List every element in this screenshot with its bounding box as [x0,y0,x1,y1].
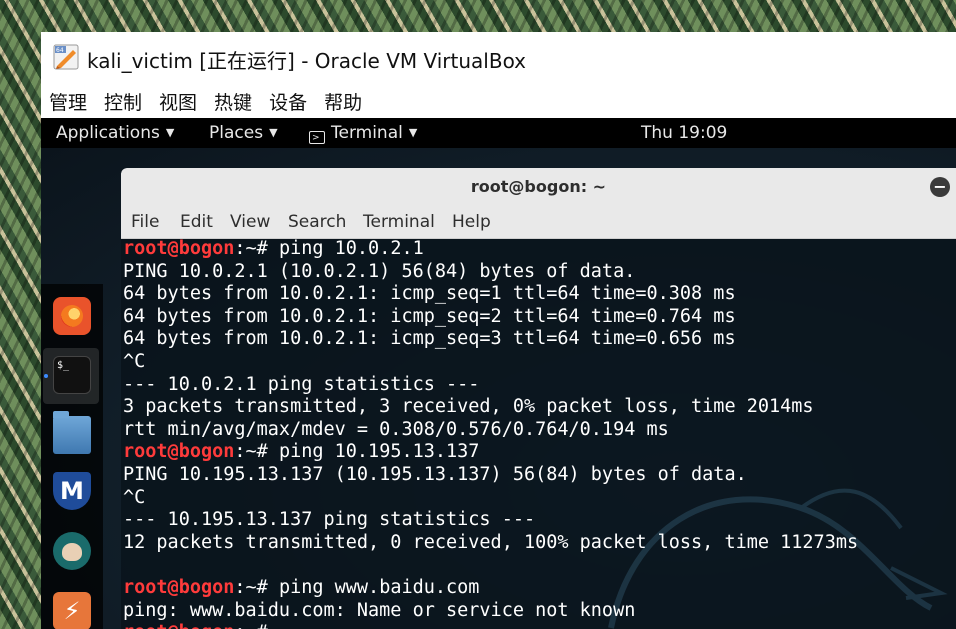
minimize-icon[interactable]: − [930,177,950,197]
terminal-icon: $_ [53,356,91,394]
terminal-output-line: ping: www.baidu.com: Name or service not… [123,599,636,621]
places-menu[interactable]: Places ▼ [209,123,278,143]
menu-help[interactable]: 帮助 [324,86,362,117]
terminal-menu-file[interactable]: File [131,212,159,232]
chevron-down-icon: ▼ [408,126,418,139]
command-text: ping 10.0.2.1 [267,238,424,259]
applications-label: Applications [56,123,160,143]
prompt-user: root@bogon [123,441,235,463]
chevron-down-icon: ▼ [165,126,175,139]
burp-icon[interactable]: ⚡ [53,592,91,629]
terminal-output-line: ^C [123,486,146,508]
svg-text:64: 64 [56,47,64,54]
clock[interactable]: Thu 19:09 [641,123,727,143]
command-text: ping 10.195.13.137 [267,441,480,463]
terminal-output-line: 64 bytes from 10.0.2.1: icmp_seq=1 ttl=6… [123,283,736,305]
terminal-command-line: root@bogon:~# [123,622,956,629]
terminal-output-line: ^C [123,350,146,372]
virtualbox-menubar: 管理 控制 视图 热键 设备 帮助 [41,84,956,118]
virtualbox-window: 64 kali_victim [正在运行] - Oracle VM Virtua… [41,32,956,629]
prompt-user: root@bogon [123,576,235,598]
terminal-output-line: PING 10.0.2.1 (10.0.2.1) 56(84) bytes of… [123,260,636,282]
terminal-icon: > [309,131,325,144]
terminal-menu-terminal[interactable]: Terminal [363,212,435,232]
applications-menu[interactable]: Applications ▼ [56,123,174,143]
terminal-menu-view[interactable]: View [230,212,270,232]
window-title: kali_victim [正在运行] - Oracle VM VirtualBo… [87,49,527,73]
files-icon[interactable] [53,411,91,454]
menu-manage[interactable]: 管理 [49,86,87,117]
firefox-icon[interactable] [53,297,91,335]
terminal-menu-edit[interactable]: Edit [180,212,213,232]
terminal-menu-search[interactable]: Search [288,212,346,232]
gnome-top-bar: Applications ▼ Places ▼ > Terminal ▼ Thu 19:… [41,118,956,148]
terminal-command-line: root@bogon:~# ping 10.0.2.1 [123,238,956,261]
virtualbox-app-icon: 64 [53,44,79,70]
menu-control[interactable]: 控制 [104,86,142,117]
terminal-output[interactable]: root@bogon:~# ping 10.0.2.1 PING 10.0.2.1… [121,238,956,629]
chevron-down-icon: ▼ [269,126,278,139]
metasploit-icon[interactable]: M [53,472,91,510]
terminal-output-line: --- 10.195.13.137 ping statistics --- [123,509,536,531]
prompt-path: :~# [234,441,268,463]
dock-terminal-active[interactable]: $_ [43,348,99,404]
terminal-output-line: 12 packets transmitted, 0 received, 100%… [123,531,859,553]
terminal-output-line: 64 bytes from 10.0.2.1: icmp_seq=3 ttl=6… [123,328,736,350]
terminal-output-line: --- 10.0.2.1 ping statistics --- [123,373,480,395]
prompt-path: :~# [234,576,268,598]
terminal-lines: root@bogon:~# ping 10.0.2.1 PING 10.0.2.1… [123,238,956,629]
terminal-menu-help[interactable]: Help [452,212,491,232]
virtualbox-titlebar: 64 kali_victim [正在运行] - Oracle VM Virtua… [41,32,956,84]
terminal-title: root@bogon: ~ [470,177,607,196]
terminal-app-menu[interactable]: > Terminal ▼ [309,123,417,144]
prompt-path: :~# [234,622,267,629]
prompt-user: root@bogon [123,238,235,259]
menu-devices[interactable]: 设备 [269,86,307,117]
menu-hotkeys[interactable]: 热键 [214,86,252,117]
armitage-icon[interactable] [53,532,91,570]
terminal-output-line: rtt min/avg/max/mdev = 0.308/0.576/0.764… [123,418,669,440]
terminal-window: root@bogon: ~ − File Edit View Search Te… [121,168,956,629]
command-text: ping www.baidu.com [267,576,480,598]
terminal-output-line: 64 bytes from 10.0.2.1: icmp_seq=2 ttl=6… [123,305,736,327]
command-text [268,622,279,629]
terminal-output-line: PING 10.195.13.137 (10.195.13.137) 56(84… [123,463,747,485]
guest-screen[interactable]: Applications ▼ Places ▼ > Terminal ▼ Thu 19:… [41,118,956,629]
terminal-titlebar[interactable]: root@bogon: ~ − [121,168,956,206]
dock: $_ M ⚡ [41,284,103,629]
prompt-user: root@bogon [123,622,234,629]
terminal-command-line: root@bogon:~# ping 10.195.13.137 [123,441,956,464]
terminal-menubar: File Edit View Search Terminal Help [121,206,956,239]
places-label: Places [209,123,264,143]
prompt-path: :~# [234,238,268,259]
menu-view[interactable]: 视图 [159,86,197,117]
terminal-output-line: 3 packets transmitted, 3 received, 0% pa… [123,396,814,418]
terminal-app-label: Terminal [331,123,403,143]
terminal-command-line: root@bogon:~# ping www.baidu.com [123,577,956,600]
active-indicator [44,374,48,378]
